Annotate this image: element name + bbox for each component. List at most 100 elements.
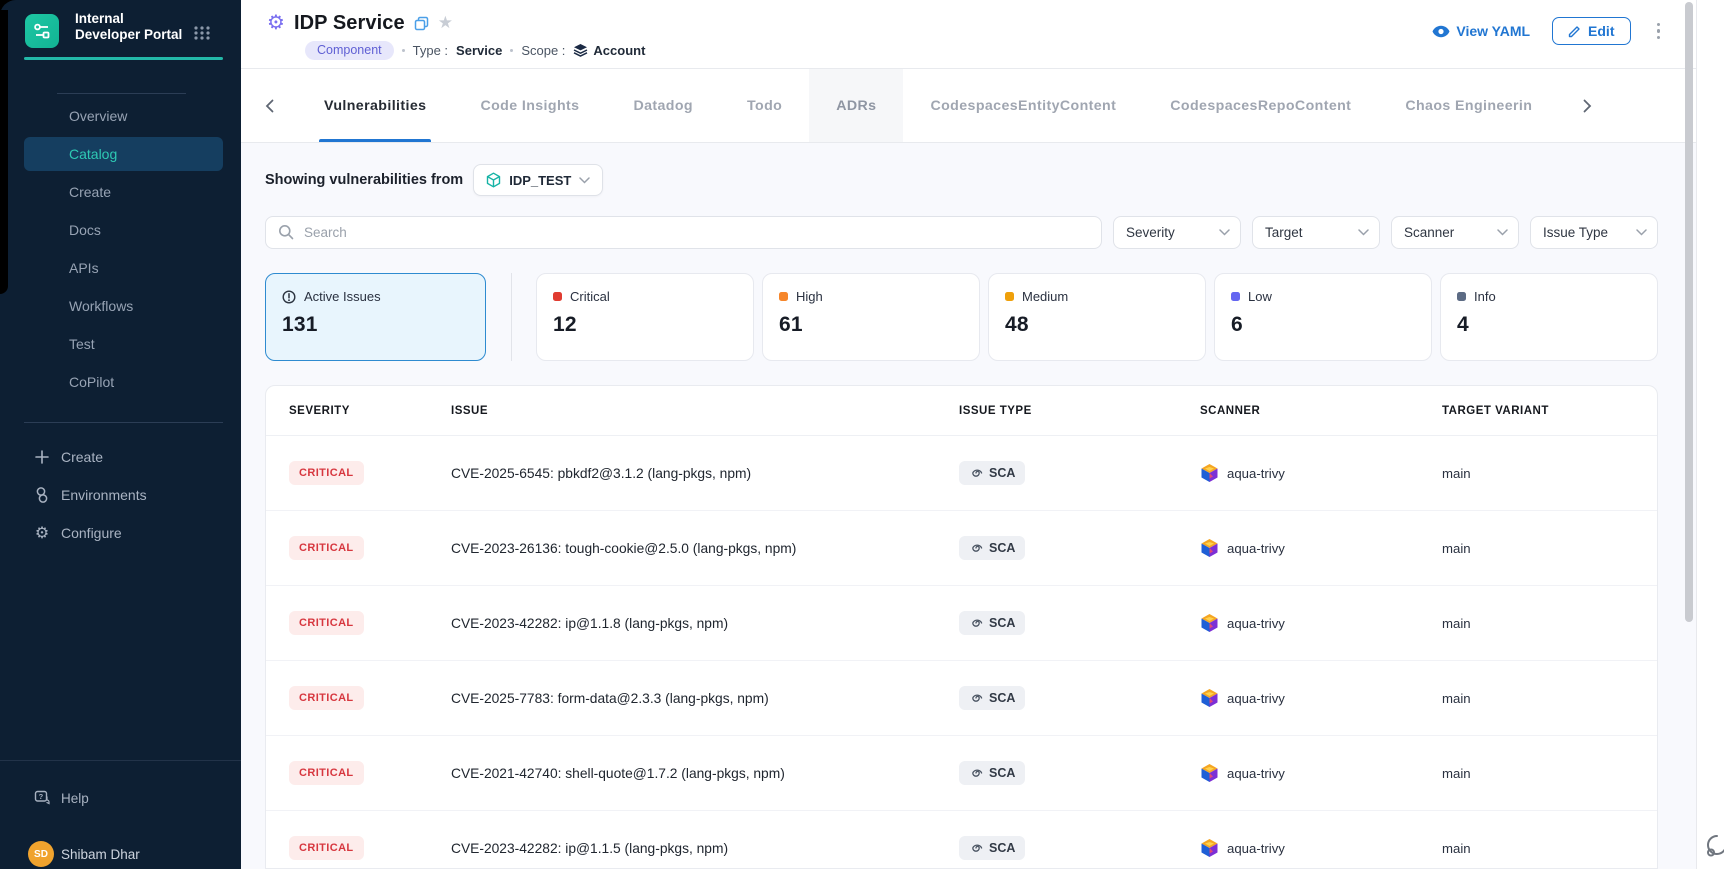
col-severity: SEVERITY [289,405,451,417]
tab-codespaces-entity-content[interactable]: CodespacesEntityContent [903,69,1143,142]
stat-label-text: Critical [570,289,610,304]
sidebar-item-copilot[interactable]: CoPilot [24,365,223,399]
tab-datadog[interactable]: Datadog [606,69,720,142]
action-label: Environments [61,487,147,503]
stat-card-medium[interactable]: Medium 48 [988,273,1206,361]
feedback-widget-icon[interactable] [1704,832,1724,863]
info-dot-icon [1457,292,1466,301]
col-issue: ISSUE [451,405,959,417]
sidebar-action-environments[interactable]: Environments [0,476,241,514]
filter-label: Severity [1126,225,1175,240]
table-row[interactable]: CRITICAL CVE-2023-42282: ip@1.1.8 (lang-… [266,586,1657,661]
user-menu[interactable]: SD Shibam Dhar [0,840,241,868]
filter-severity[interactable]: Severity [1113,216,1241,249]
tab-code-insights[interactable]: Code Insights [453,69,606,142]
sidebar-item-label: APIs [69,260,99,276]
target-variant-cell: main [1442,691,1657,706]
scanner-cell: aqua-trivy [1200,838,1442,858]
view-yaml-label: View YAML [1456,23,1530,39]
target-variant-cell: main [1442,541,1657,556]
sidebar-item-label: Test [69,336,95,352]
environment-selector[interactable]: IDP_TEST [473,164,603,196]
filter-issue-type[interactable]: Issue Type [1530,216,1658,249]
sidebar-item-label: CoPilot [69,374,114,390]
sidebar: Internal Developer Portal Overview Catal… [0,0,241,869]
stat-label-text: Medium [1022,289,1068,304]
stat-value: 12 [553,313,737,337]
issue-type-badge: SCA [959,836,1025,860]
sidebar-action-configure[interactable]: ⚙ Configure [0,514,241,552]
vulnerabilities-table: SEVERITY ISSUE ISSUE TYPE SCANNER TARGET… [265,385,1658,869]
tab-adrs[interactable]: ADRs [809,69,903,142]
severity-badge: CRITICAL [289,611,364,635]
filter-scanner[interactable]: Scanner [1391,216,1519,249]
stat-card-high[interactable]: High 61 [762,273,980,361]
stats-divider [511,273,512,361]
sidebar-item-create[interactable]: Create [24,175,223,209]
sidebar-item-apis[interactable]: APIs [24,251,223,285]
edit-button[interactable]: Edit [1552,17,1630,45]
severity-badge: CRITICAL [289,686,364,710]
aqua-trivy-icon [1200,538,1219,558]
circuit-logo-glyph [32,21,52,41]
stat-label-text: Low [1248,289,1272,304]
stat-card-low[interactable]: Low 6 [1214,273,1432,361]
sidebar-item-docs[interactable]: Docs [24,213,223,247]
more-options-button[interactable] [1653,19,1665,44]
table-header: SEVERITY ISSUE ISSUE TYPE SCANNER TARGET… [266,386,1657,436]
service-gear-icon: ⚙ [267,13,285,33]
sidebar-item-workflows[interactable]: Workflows [24,289,223,323]
critical-dot-icon [553,292,562,301]
table-row[interactable]: CRITICAL CVE-2025-7783: form-data@2.3.3 … [266,661,1657,736]
tab-todo[interactable]: Todo [720,69,809,142]
tabs-scroll-right-button[interactable] [1559,69,1615,142]
tabs-scroll-left-button[interactable] [241,69,297,142]
filter-label: Scanner [1404,225,1454,240]
scrollbar-thumb[interactable] [1685,2,1693,622]
tab-codespaces-repo-content[interactable]: CodespacesRepoContent [1143,69,1378,142]
issue-type-badge: SCA [959,461,1025,485]
table-row[interactable]: CRITICAL CVE-2023-26136: tough-cookie@2.… [266,511,1657,586]
issue-type-badge: SCA [959,536,1025,560]
view-yaml-button[interactable]: View YAML [1432,23,1530,39]
chevron-left-icon [265,99,274,113]
apps-grid-icon[interactable] [193,25,211,41]
star-icon[interactable]: ★ [438,13,453,33]
alert-circle-icon [282,290,296,304]
stat-card-active-issues[interactable]: Active Issues 131 [265,273,486,361]
chevron-down-icon [1358,229,1369,236]
copy-icon[interactable] [414,16,429,31]
tab-vulnerabilities[interactable]: Vulnerabilities [297,69,453,142]
stat-label-text: Info [1474,289,1496,304]
target-variant-cell: main [1442,466,1657,481]
tab-chaos-engineering[interactable]: Chaos Engineerin [1378,69,1559,142]
aqua-trivy-icon [1200,463,1219,483]
low-dot-icon [1231,292,1240,301]
sidebar-item-label: Docs [69,222,101,238]
chevron-down-icon [579,177,590,184]
sidebar-item-test[interactable]: Test [24,327,223,361]
table-row[interactable]: CRITICAL CVE-2021-42740: shell-quote@1.7… [266,736,1657,811]
meta-separator-dot [510,49,513,52]
table-row[interactable]: CRITICAL CVE-2023-42282: ip@1.1.5 (lang-… [266,811,1657,869]
sidebar-divider [24,422,223,423]
search-input[interactable] [265,216,1102,249]
environment-value: IDP_TEST [509,173,571,188]
sidebar-item-catalog[interactable]: Catalog [24,137,223,171]
chevron-right-icon [1583,99,1592,113]
col-scanner: SCANNER [1200,405,1442,417]
stat-card-critical[interactable]: Critical 12 [536,273,754,361]
sidebar-action-create[interactable]: Create [0,438,241,476]
scanner-cell: aqua-trivy [1200,763,1442,783]
entity-meta: Component Type : Service Scope : Account [305,40,645,60]
table-row[interactable]: CRITICAL CVE-2025-6545: pbkdf2@3.1.2 (la… [266,436,1657,511]
sidebar-item-overview[interactable]: Overview [24,99,223,133]
chevron-down-icon [1219,229,1230,236]
help-button[interactable]: ? Help [0,784,241,812]
portal-logo-icon[interactable] [25,14,59,48]
stat-card-info[interactable]: Info 4 [1440,273,1658,361]
edit-label: Edit [1588,23,1614,39]
brand-underline [24,57,223,60]
filter-target[interactable]: Target [1252,216,1380,249]
target-variant-cell: main [1442,616,1657,631]
